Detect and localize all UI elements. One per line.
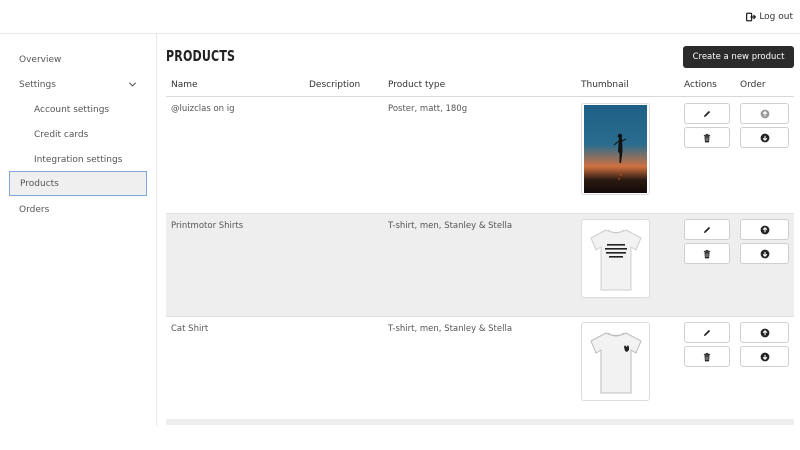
sidebar-item-orders[interactable]: Orders — [9, 197, 147, 222]
table-footer-strip — [166, 419, 794, 425]
move-down-button[interactable] — [740, 127, 789, 148]
product-type: T-shirt, men, Stanley & Stella — [388, 221, 513, 231]
pencil-icon — [703, 329, 711, 336]
arrow-up-circle-icon — [760, 328, 769, 337]
product-type: Poster, matt, 180g — [388, 104, 468, 114]
sidebar-item-label: Credit cards — [34, 129, 89, 140]
top-bar: Log out — [0, 0, 800, 34]
pencil-icon — [703, 226, 711, 233]
column-header-product-type: Product type — [388, 80, 446, 90]
pencil-icon — [703, 110, 711, 117]
column-header-actions: Actions — [684, 80, 717, 90]
edit-button[interactable] — [684, 103, 730, 124]
logout-icon — [746, 12, 757, 22]
edit-button[interactable] — [684, 322, 730, 343]
logout-label: Log out — [759, 12, 793, 22]
arrow-up-circle-icon — [760, 109, 769, 118]
trash-icon — [703, 249, 711, 258]
product-thumbnail[interactable] — [581, 322, 650, 401]
table-row: @luizclas on ig Poster, matt, 180g — [166, 97, 794, 214]
white-tshirt-cat-image — [589, 331, 642, 393]
delete-button[interactable] — [684, 127, 730, 148]
column-header-name: Name — [171, 80, 198, 90]
create-product-button[interactable]: Create a new product — [683, 46, 794, 68]
table-row: Cat Shirt T-shirt, men, Stanley & Stella — [166, 317, 794, 420]
delete-button[interactable] — [684, 243, 730, 264]
edit-button[interactable] — [684, 219, 730, 240]
arrow-up-circle-icon — [760, 225, 769, 234]
product-name: @luizclas on ig — [171, 104, 235, 114]
trash-icon — [703, 352, 711, 361]
table-row: Printmotor Shirts T-shirt, men, Stanley … — [166, 214, 794, 317]
product-thumbnail[interactable] — [581, 219, 650, 298]
trash-icon — [703, 133, 711, 142]
sidebar-item-label: Overview — [19, 54, 62, 65]
sidebar-item-account-settings[interactable]: Account settings — [9, 97, 147, 122]
move-up-button[interactable] — [740, 103, 789, 124]
arrow-down-circle-icon — [760, 133, 769, 142]
arrow-down-circle-icon — [760, 352, 769, 361]
move-down-button[interactable] — [740, 346, 789, 367]
logout-link[interactable]: Log out — [746, 12, 793, 22]
sidebar-item-integration-settings[interactable]: Integration settings — [9, 147, 147, 172]
sidebar-item-label: Products — [20, 178, 59, 189]
silhouette-poster-image — [584, 105, 647, 193]
arrow-down-circle-icon — [760, 249, 769, 258]
move-up-button[interactable] — [740, 219, 789, 240]
sidebar-item-label: Integration settings — [34, 154, 123, 165]
table-header: Name Description Product type Thumbnail … — [166, 76, 794, 97]
product-type: T-shirt, men, Stanley & Stella — [388, 324, 513, 334]
sidebar-item-label: Settings — [19, 79, 56, 90]
sidebar: Overview Settings Account settings Credi… — [0, 34, 157, 426]
move-up-button[interactable] — [740, 322, 789, 343]
sidebar-item-label: Orders — [19, 204, 50, 215]
column-header-description: Description — [309, 80, 361, 90]
sidebar-item-overview[interactable]: Overview — [9, 47, 147, 72]
column-header-order: Order — [740, 80, 766, 90]
product-thumbnail[interactable] — [581, 103, 650, 195]
delete-button[interactable] — [684, 346, 730, 367]
sidebar-item-products[interactable]: Products — [9, 171, 147, 196]
sidebar-item-credit-cards[interactable]: Credit cards — [9, 122, 147, 147]
chevron-down-icon — [128, 82, 137, 87]
page-title: PRODUCTS — [166, 47, 236, 65]
sidebar-item-settings[interactable]: Settings — [9, 72, 147, 97]
column-header-thumbnail: Thumbnail — [581, 80, 629, 90]
product-name: Cat Shirt — [171, 324, 209, 334]
product-name: Printmotor Shirts — [171, 221, 244, 231]
white-tshirt-text-image — [589, 228, 642, 290]
move-down-button[interactable] — [740, 243, 789, 264]
sidebar-item-label: Account settings — [34, 104, 110, 115]
